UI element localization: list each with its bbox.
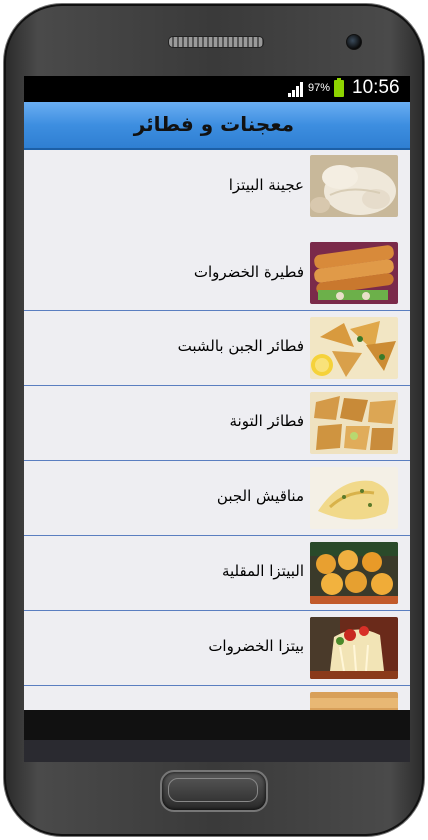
clock: 10:56 (352, 77, 400, 98)
list-item[interactable]: فطائر التونة (24, 386, 410, 461)
pizza-dough-thumbnail (310, 155, 398, 217)
battery-percent: 97% (308, 82, 331, 94)
recipe-list[interactable]: عجينة البيتزا فطيرة الخضروات فطائر الجبن… (24, 150, 410, 710)
front-camera (346, 34, 362, 50)
earpiece-speaker (168, 36, 264, 48)
list-item[interactable]: فطائر الجبن بالشبت (24, 311, 410, 386)
screen: 97% 10:56 معجنات و فطائر عجينة البيتزا ف… (24, 76, 410, 762)
screen-bottom-bezel (24, 740, 410, 762)
cheese-manakish-thumbnail (310, 467, 398, 529)
list-item[interactable]: عجينة البيتزا (24, 150, 410, 237)
signal-icon (288, 82, 303, 97)
list-item[interactable]: بيتزا الخضروات (24, 611, 410, 686)
fried-pizza-thumbnail (310, 542, 398, 604)
item-label: فطائر الجبن بالشبت (177, 337, 304, 355)
cheese-dill-pastries-thumbnail (310, 317, 398, 379)
vegetable-pie-thumbnail (310, 242, 398, 304)
pastry-thumbnail (310, 692, 398, 710)
list-item[interactable] (24, 686, 410, 710)
tuna-pastries-thumbnail (310, 392, 398, 454)
home-button[interactable] (160, 770, 268, 812)
item-label: فطائر التونة (229, 412, 305, 430)
page-title: معجنات و فطائر (133, 112, 294, 136)
vegetable-pizza-thumbnail (310, 617, 398, 679)
item-label: البيتزا المقلية (221, 562, 304, 580)
phone-frame: 97% 10:56 معجنات و فطائر عجينة البيتزا ف… (4, 4, 424, 836)
item-label: فطيرة الخضروات (193, 263, 304, 281)
item-label: عجينة البيتزا (228, 176, 304, 194)
item-label: مناقيش الجبن (216, 487, 304, 505)
home-button-inner (168, 778, 258, 802)
bottom-bar (24, 710, 410, 740)
battery-icon (334, 78, 344, 97)
list-item[interactable]: البيتزا المقلية (24, 536, 410, 611)
item-label: بيتزا الخضروات (208, 637, 304, 655)
list-item[interactable]: فطيرة الخضروات (24, 236, 410, 311)
app-title-bar: معجنات و فطائر (24, 102, 410, 150)
list-item[interactable]: مناقيش الجبن (24, 461, 410, 536)
status-bar: 97% 10:56 (24, 76, 410, 102)
